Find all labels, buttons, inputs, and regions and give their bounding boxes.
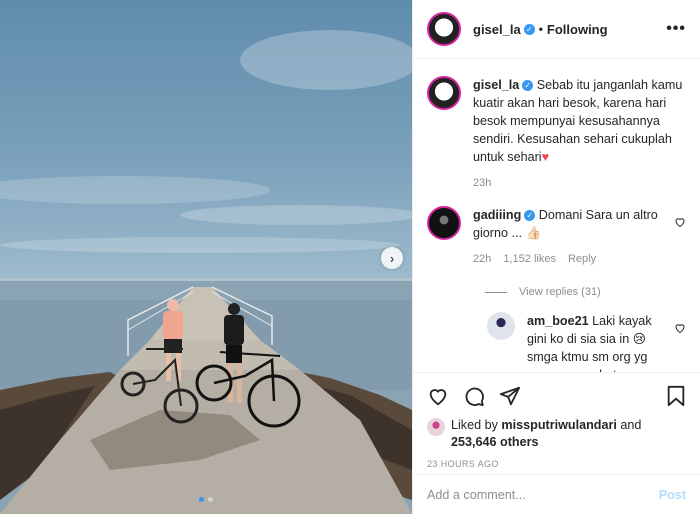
bookmark-icon[interactable] [666,385,686,407]
author-username[interactable]: gisel_la [473,22,521,37]
author-avatar[interactable] [427,12,461,46]
reply-button[interactable]: Reply [568,250,596,268]
post-actions: Liked by missputriwulandari and 253,646 … [413,372,700,469]
like-reply-heart-icon[interactable] [674,322,686,334]
carousel-dot [208,497,213,502]
liked-by-and: and [620,418,642,432]
carousel-dot-active [199,497,204,502]
reply-username[interactable]: am_boe21 [527,314,589,328]
comments-list[interactable]: gisel_la ✓ Sebab itu janganlah kamu kuati… [413,60,700,372]
carousel-dots [0,497,412,502]
add-comment-bar: Post [413,474,700,514]
verified-badge-icon: ✓ [523,23,535,35]
photo-scene [0,30,412,514]
view-replies-line [485,291,507,293]
liked-by-user[interactable]: missputriwulandari [501,418,616,432]
likes-summary: Liked by missputriwulandari and 253,646 … [427,417,686,451]
verified-badge-icon: ✓ [522,80,534,92]
header-separator: • [538,22,543,36]
comment-likes[interactable]: 1,152 likes [503,250,556,268]
comment-bubble-icon[interactable] [463,385,485,407]
post-photo[interactable]: › [0,0,412,514]
verified-badge-icon: ✓ [524,210,536,222]
reply-item: am_boe21 Laki kayak gini ko di sia sia i… [487,312,686,372]
share-plane-icon[interactable] [499,385,521,407]
post-timestamp[interactable]: 23 HOURS AGO [427,459,686,469]
caption: gisel_la ✓ Sebab itu janganlah kamu kuati… [427,76,686,192]
post-side-panel: gisel_la ✓ • Following ••• gisel_la ✓ Seb… [412,0,700,514]
commenter-avatar[interactable] [427,206,461,240]
post-comment-button[interactable]: Post [659,488,686,502]
caption-time[interactable]: 23h [473,174,491,192]
like-comment-heart-icon[interactable] [674,216,686,228]
reply-avatar[interactable] [487,312,515,340]
like-heart-icon[interactable] [427,385,449,407]
likes-others-count[interactable]: 253,646 others [451,435,539,449]
comment-time[interactable]: 22h [473,250,491,268]
liker-avatar[interactable] [427,418,445,436]
comment-username[interactable]: gadiiing [473,208,521,222]
view-replies-button[interactable]: View replies (31) [485,286,686,298]
add-comment-input[interactable] [427,487,659,502]
more-options-icon[interactable]: ••• [666,20,686,38]
caption-username[interactable]: gisel_la [473,78,519,92]
following-button[interactable]: Following [547,22,608,37]
liked-by-prefix: Liked by [451,418,498,432]
next-slide-button[interactable]: › [381,247,403,269]
comment-item: gadiiing ✓ Domani Sara un altro giorno ..… [427,206,686,268]
view-replies-label: View replies (31) [519,286,601,298]
caption-avatar[interactable] [427,76,461,110]
post-header: gisel_la ✓ • Following ••• [413,0,700,59]
heart-emoji-icon: ♥ [541,150,550,164]
